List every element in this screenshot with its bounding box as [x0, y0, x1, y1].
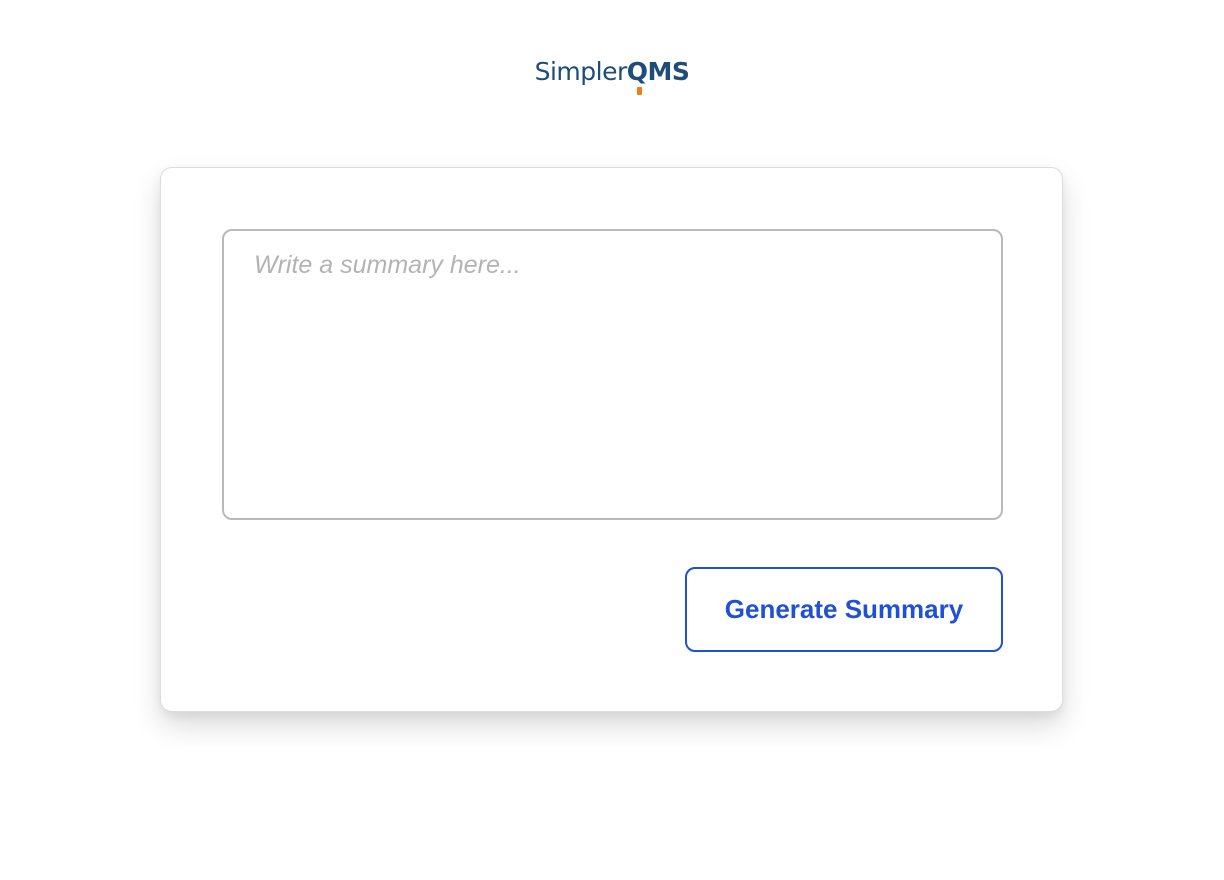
generate-summary-button[interactable]: Generate Summary	[685, 567, 1003, 652]
brand-logo: Simpler Q MS	[0, 52, 1224, 95]
logo-wordmark: Simpler Q MS	[534, 52, 690, 95]
logo-bold-text: Q MS	[626, 52, 690, 95]
summary-textarea[interactable]	[222, 229, 1003, 520]
logo-q-letter: Q	[626, 57, 648, 86]
page: Simpler Q MS Generate Summary	[0, 0, 1224, 880]
logo-accent-mark	[637, 87, 643, 95]
logo-ms-letters: MS	[647, 57, 690, 86]
summary-card: Generate Summary	[160, 167, 1063, 712]
logo-q: Q	[626, 52, 648, 95]
logo-light-text: Simpler	[534, 57, 628, 86]
